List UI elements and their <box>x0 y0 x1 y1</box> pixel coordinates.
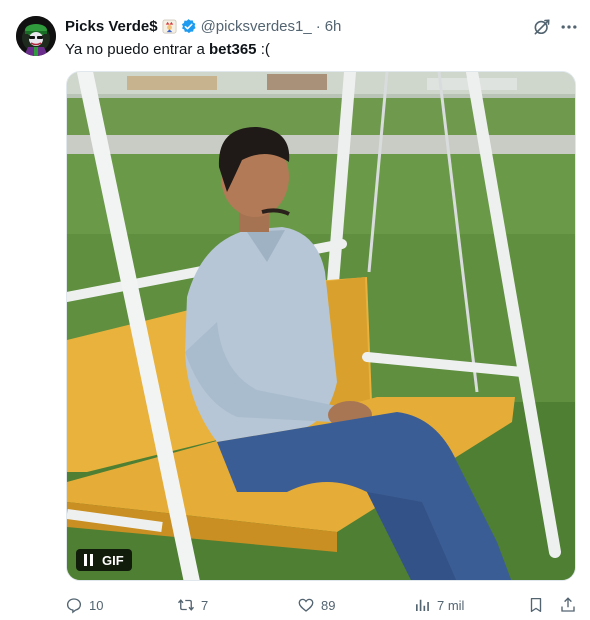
gif-frame-image <box>67 72 575 580</box>
gif-badge[interactable]: GIF <box>76 549 132 571</box>
tweet-media-gif[interactable] <box>66 71 576 581</box>
like-count: 89 <box>321 597 336 613</box>
tweet-timestamp[interactable]: 6h <box>325 18 342 35</box>
retweet-button[interactable]: 7 <box>177 594 208 616</box>
views-count: 7 mil <box>437 597 465 613</box>
pause-icon[interactable] <box>84 554 94 566</box>
author-display-name[interactable]: Picks Verde$ <box>65 18 158 35</box>
bookmark-button[interactable] <box>527 594 551 616</box>
tweet-text-bold: bet365 <box>209 41 257 58</box>
share-button[interactable] <box>559 594 583 616</box>
more-icon[interactable] <box>559 17 579 37</box>
grok-icon[interactable] <box>532 17 552 37</box>
author-avatar[interactable] <box>16 16 56 56</box>
tweet-text-suffix: :( <box>256 41 270 58</box>
reply-count: 10 <box>89 597 104 613</box>
author-handle[interactable]: @picksverdes1_ <box>201 18 312 35</box>
reply-icon <box>66 598 82 614</box>
bookmark-icon <box>530 597 542 613</box>
views-button[interactable]: 7 mil <box>413 594 464 616</box>
views-icon <box>416 599 429 611</box>
tweet-header: Picks Verde$ @picksverdes1_ · 6h <box>65 16 575 36</box>
like-icon <box>298 598 314 612</box>
header-separator: · <box>315 17 321 35</box>
share-icon <box>561 597 575 612</box>
retweet-count: 7 <box>201 597 209 613</box>
tweet-card[interactable]: Picks Verde$ @picksverdes1_ · 6h Ya no p… <box>0 0 590 620</box>
tweet-text: Ya no puedo entrar a bet365 :( <box>65 40 270 60</box>
tweet-text-prefix: Ya no puedo entrar a <box>65 41 209 58</box>
verified-badge-icon[interactable] <box>180 18 197 35</box>
tweet-actions: 10 7 89 7 mil <box>65 594 579 616</box>
gif-label: GIF <box>102 552 124 568</box>
joker-emoji-icon <box>162 19 177 33</box>
like-button[interactable]: 89 <box>297 594 335 616</box>
retweet-icon <box>177 599 195 611</box>
reply-button[interactable]: 10 <box>65 594 103 616</box>
avatar-image <box>16 16 56 56</box>
